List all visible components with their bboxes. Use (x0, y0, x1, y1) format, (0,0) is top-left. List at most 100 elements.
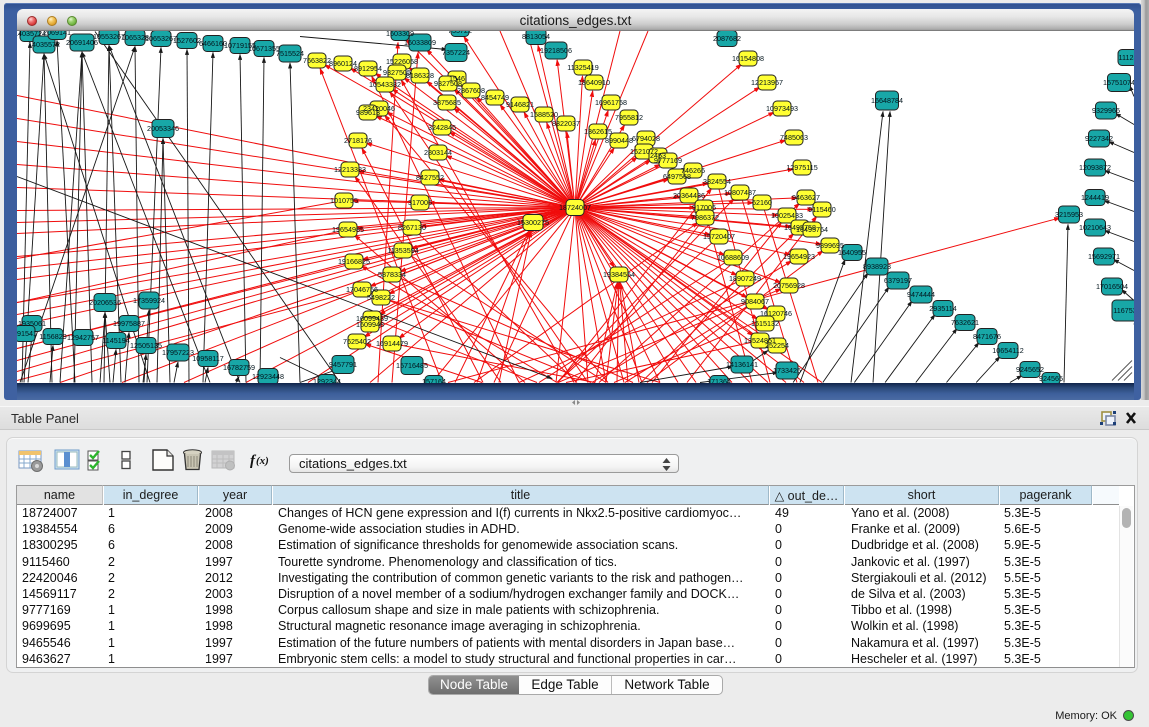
svg-text:3215953: 3215953 (1055, 210, 1083, 219)
svg-text:10025433: 10025433 (771, 211, 803, 220)
svg-text:11353594: 11353594 (387, 246, 418, 255)
svg-text:3875685: 3875685 (433, 98, 461, 107)
svg-text:14136141: 14136141 (726, 360, 758, 369)
svg-text:746266: 746266 (681, 166, 705, 175)
svg-text:16648784: 16648784 (871, 96, 903, 105)
svg-text:8454749: 8454749 (481, 93, 509, 102)
svg-text:9457791: 9457791 (329, 360, 357, 369)
svg-text:9227342: 9227342 (1085, 134, 1113, 143)
svg-text:19654923: 19654923 (783, 252, 815, 261)
svg-text:7663822: 7663822 (303, 56, 331, 65)
svg-text:10973493: 10973493 (766, 104, 798, 113)
svg-text:12942757: 12942757 (67, 333, 99, 342)
svg-text:20206536: 20206536 (89, 298, 121, 307)
svg-text:12093872: 12093872 (1079, 163, 1111, 172)
svg-text:7632621: 7632621 (951, 318, 979, 327)
svg-text:15226058: 15226058 (386, 57, 418, 66)
svg-text:5878334: 5878334 (378, 270, 406, 279)
svg-text:2087682: 2087682 (713, 34, 741, 43)
svg-text:10654112: 10654112 (992, 346, 1023, 355)
svg-text:391541: 391541 (17, 329, 37, 338)
svg-text:12975115: 12975115 (786, 163, 817, 172)
svg-text:11123: 11123 (1119, 53, 1134, 62)
svg-text:6379197: 6379197 (884, 276, 912, 285)
svg-text:917006: 917006 (692, 203, 716, 212)
svg-text:1145194: 1145194 (102, 336, 129, 345)
svg-text:9084067: 9084067 (741, 297, 769, 306)
svg-text:6794028: 6794028 (632, 134, 660, 143)
svg-text:116753: 116753 (1113, 306, 1134, 315)
svg-text:8427552: 8427552 (416, 173, 444, 182)
svg-text:14035724: 14035724 (17, 31, 46, 38)
svg-text:8960124: 8960124 (329, 59, 357, 68)
svg-text:20756928: 20756928 (773, 281, 805, 290)
svg-text:9463627: 9463627 (792, 193, 820, 202)
svg-text:10543382: 10543382 (369, 80, 401, 89)
svg-text:5498222: 5498222 (367, 293, 395, 302)
svg-text:11325419: 11325419 (567, 63, 598, 72)
svg-text:1733426: 1733426 (773, 366, 801, 375)
svg-text:15720407: 15720407 (703, 232, 735, 241)
svg-text:924565: 924565 (1039, 374, 1063, 383)
svg-text:18640910: 18640910 (578, 78, 610, 87)
svg-text:2935114: 2935114 (929, 304, 956, 313)
svg-text:2069141: 2069141 (43, 31, 71, 37)
svg-text:2718176: 2718176 (344, 136, 372, 145)
svg-text:1640955: 1640955 (838, 248, 866, 257)
svg-text:18724007: 18724007 (559, 203, 591, 212)
svg-text:1615132: 1615132 (751, 319, 779, 328)
svg-text:9146821: 9146821 (506, 100, 534, 109)
svg-text:7955812: 7955812 (615, 113, 643, 122)
svg-text:3242845: 3242845 (428, 123, 456, 132)
svg-text:1609948: 1609948 (356, 320, 384, 329)
svg-text:1527602: 1527602 (173, 36, 201, 45)
svg-text:20364436: 20364436 (673, 191, 705, 200)
svg-text:7986372: 7986372 (691, 213, 719, 222)
svg-text:1588520: 1588520 (530, 110, 558, 119)
svg-text:18907249: 18907249 (729, 274, 761, 283)
svg-text:1244419: 1244419 (1081, 193, 1109, 202)
svg-text:1935061: 1935061 (18, 319, 46, 328)
svg-text:8186328: 8186328 (406, 71, 434, 80)
svg-text:17957223: 17957223 (162, 348, 194, 357)
svg-text:15716485: 15716485 (396, 361, 428, 370)
svg-text:16961758: 16961758 (595, 98, 627, 107)
svg-text:9329966: 9329966 (1092, 106, 1120, 115)
svg-text:(x): (x) (256, 455, 269, 467)
svg-text:12213967: 12213967 (751, 78, 783, 87)
svg-text:12923448: 12923448 (252, 372, 284, 381)
svg-text:10688609: 10688609 (717, 253, 749, 262)
svg-text:8912954: 8912954 (354, 64, 382, 73)
svg-text:9474444: 9474444 (907, 290, 935, 299)
svg-text:9115460: 9115460 (808, 205, 835, 214)
svg-text:12505135: 12505135 (130, 341, 162, 350)
svg-text:9777169: 9777169 (654, 156, 682, 165)
svg-text:15692971: 15692971 (1088, 252, 1120, 261)
svg-text:19218506: 19218506 (540, 46, 572, 55)
svg-text:7625402: 7625402 (343, 337, 371, 346)
svg-text:16120746: 16120746 (760, 309, 792, 318)
svg-text:20053346: 20053346 (147, 124, 179, 133)
svg-text:1156829: 1156829 (39, 332, 66, 341)
svg-text:16914479: 16914479 (376, 339, 408, 348)
svg-text:8990448: 8990448 (605, 136, 633, 145)
svg-text:17016504: 17016504 (1096, 282, 1128, 291)
svg-text:17359924: 17359924 (133, 296, 165, 305)
svg-text:10210643: 10210643 (1079, 223, 1111, 232)
svg-text:3824554: 3824554 (703, 177, 731, 186)
svg-text:10958117: 10958117 (192, 354, 223, 363)
svg-text:735722: 735722 (448, 31, 472, 35)
svg-text:16154808: 16154808 (732, 54, 764, 63)
svg-text:9245652: 9245652 (1016, 365, 1044, 374)
svg-text:19384554: 19384554 (603, 270, 635, 279)
svg-text:19166825: 19166825 (338, 257, 370, 266)
svg-text:1603309: 1603309 (386, 31, 414, 38)
svg-text:8938923: 8938923 (863, 262, 891, 271)
svg-text:19654985: 19654985 (332, 225, 364, 234)
svg-text:2803144: 2803144 (424, 148, 452, 157)
svg-text:16495764: 16495764 (796, 225, 828, 234)
svg-text:317006: 317006 (408, 198, 432, 207)
svg-text:19975887: 19975887 (113, 319, 145, 328)
svg-text:7357224: 7357224 (442, 48, 470, 57)
svg-text:6466160: 6466160 (199, 39, 227, 48)
